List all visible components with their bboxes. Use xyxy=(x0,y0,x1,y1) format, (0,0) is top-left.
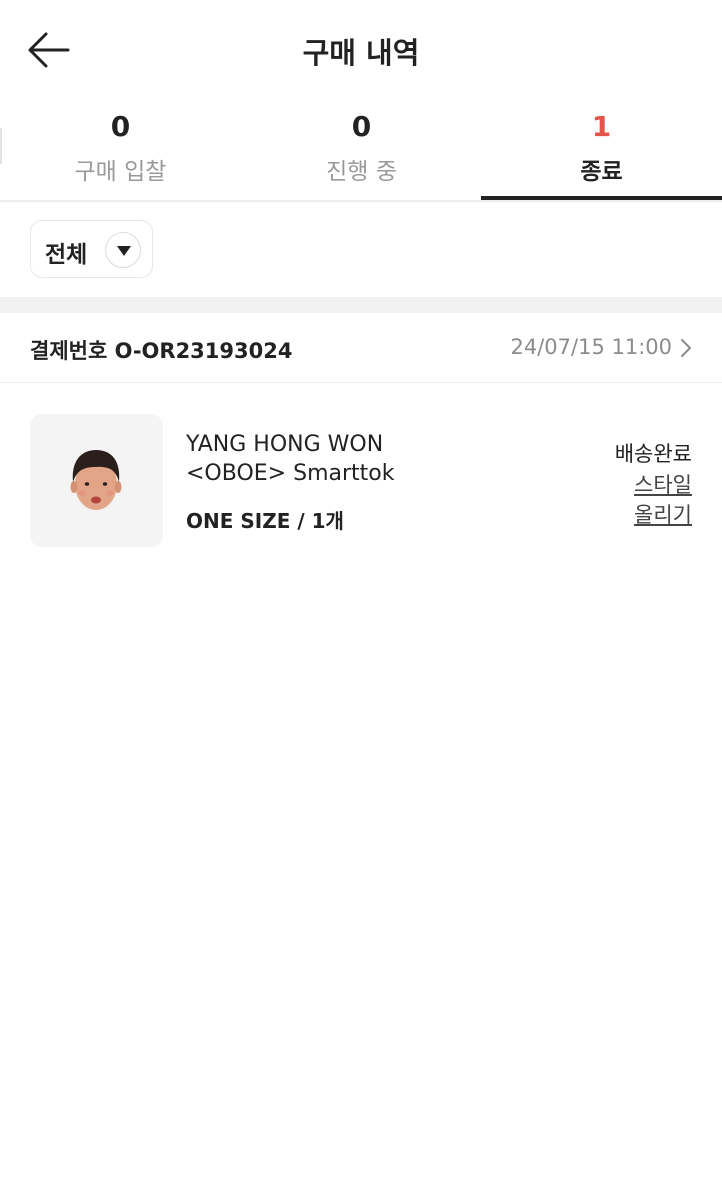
order-header[interactable]: 결제번호 O-OR23193024 24/07/15 11:00 xyxy=(0,313,722,383)
product-option: ONE SIZE / 1개 xyxy=(186,509,344,533)
order-item: YANG HONG WON <OBOE> Smarttok ONE SIZE /… xyxy=(0,384,722,564)
post-style-link-line1: 스타일 xyxy=(634,473,692,497)
chevron-right-icon xyxy=(680,338,692,362)
tab-in-progress[interactable]: 0 진행 중 xyxy=(241,100,482,200)
app-header: 구매 내역 xyxy=(0,0,722,100)
edge-divider xyxy=(0,128,2,164)
tab-label: 진행 중 xyxy=(326,159,397,185)
filter-dropdown[interactable]: 전체 xyxy=(30,220,153,278)
product-image[interactable] xyxy=(30,414,163,547)
tab-count: 0 xyxy=(110,110,131,143)
section-divider xyxy=(0,297,722,313)
post-style-link-line2: 올리기 xyxy=(634,503,692,527)
purchase-history-page: 구매 내역 0 구매 입찰 0 진행 중 1 종료 전체 결제번호 O-OR23… xyxy=(0,0,722,1200)
order-datetime: 24/07/15 11:00 xyxy=(510,335,672,359)
post-style-link[interactable]: 스타일 올리기 xyxy=(634,470,692,530)
tab-bidding[interactable]: 0 구매 입찰 xyxy=(0,100,241,200)
tab-count: 1 xyxy=(591,110,612,143)
caret-down-icon xyxy=(105,232,141,268)
tab-label: 구매 입찰 xyxy=(74,159,167,185)
page-title: 구매 내역 xyxy=(302,36,420,70)
order-number: 결제번호 O-OR23193024 xyxy=(30,339,293,363)
tab-label: 종료 xyxy=(580,159,623,185)
active-tab-indicator xyxy=(481,196,722,200)
filter-label: 전체 xyxy=(45,242,88,268)
product-brand: YANG HONG WON xyxy=(186,432,384,457)
tab-count: 0 xyxy=(351,110,372,143)
tab-completed[interactable]: 1 종료 xyxy=(481,100,722,200)
delivery-status: 배송완료 xyxy=(614,442,692,466)
status-tabs: 0 구매 입찰 0 진행 중 1 종료 xyxy=(0,100,722,202)
product-name: <OBOE> Smarttok xyxy=(186,461,395,486)
